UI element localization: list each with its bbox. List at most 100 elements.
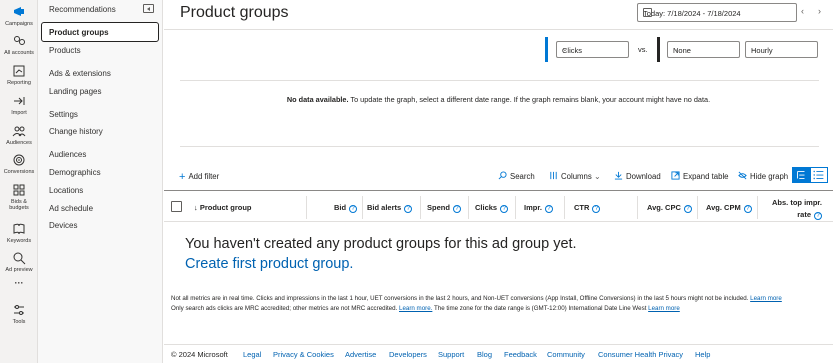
footer-link-community[interactable]: Community <box>547 350 585 359</box>
col-header-clicks[interactable]: Clicks? <box>475 203 509 213</box>
expand-table-button[interactable]: Expand table <box>671 171 729 181</box>
help-icon[interactable]: ? <box>814 212 822 220</box>
footer-link-health-privacy[interactable]: Consumer Health Privacy <box>598 350 683 359</box>
nav-landing-pages[interactable]: Landing pages <box>49 87 102 96</box>
sub-navigation: Recommendations Product groups Products … <box>38 0 163 363</box>
footer-link-advertise[interactable]: Advertise <box>345 350 376 359</box>
nav-products[interactable]: Products <box>49 46 81 55</box>
help-icon[interactable]: ? <box>683 205 692 213</box>
col-label: Clicks <box>475 203 498 212</box>
learn-more-link[interactable]: Learn more <box>750 295 782 302</box>
col-header-bid[interactable]: Bid? <box>334 203 358 213</box>
rail-label: Conversions <box>3 169 35 175</box>
footer-link-developers[interactable]: Developers <box>389 350 427 359</box>
help-icon[interactable]: ? <box>452 205 461 213</box>
add-filter-label: Add filter <box>188 172 220 181</box>
series2-legend-marker <box>657 37 660 62</box>
col-header-ctr[interactable]: CTR? <box>574 203 601 213</box>
no-data-text: To update the graph, select a different … <box>348 95 711 104</box>
nav-demographics[interactable]: Demographics <box>49 168 101 177</box>
help-icon[interactable]: ? <box>349 205 358 213</box>
nav-label: Product groups <box>49 28 109 37</box>
nav-ad-schedule[interactable]: Ad schedule <box>49 204 93 213</box>
chevron-down-icon: ⌄ <box>751 46 757 53</box>
learn-more-link[interactable]: Learn more. <box>399 305 432 312</box>
copyright: © 2024 Microsoft <box>171 350 228 359</box>
nav-locations[interactable]: Locations <box>49 186 83 195</box>
column-separator <box>306 196 307 219</box>
help-icon[interactable]: ? <box>404 205 413 213</box>
more-icon: ··· <box>14 278 24 288</box>
footer-link-legal[interactable]: Legal <box>243 350 261 359</box>
col-label: Avg. CPM <box>706 203 741 212</box>
reporting-icon <box>13 65 25 77</box>
columns-label: Columns <box>561 172 592 181</box>
nav-settings[interactable]: Settings <box>49 110 78 119</box>
footer-divider <box>164 344 833 345</box>
rail-item-ad-preview[interactable]: Ad preview <box>0 251 38 273</box>
ad-preview-icon <box>13 252 26 265</box>
footer-link-feedback[interactable]: Feedback <box>504 350 537 359</box>
search-button[interactable]: Search <box>498 171 535 181</box>
empty-state-message: You haven't created any product groups f… <box>185 236 577 252</box>
footer-link-support[interactable]: Support <box>438 350 464 359</box>
graph-gridline <box>180 146 819 147</box>
download-button[interactable]: Download <box>614 171 661 181</box>
metric1-select[interactable]: Clicks ⌄ <box>556 41 629 58</box>
learn-more-link[interactable]: Learn more <box>648 305 680 312</box>
column-separator <box>420 196 421 219</box>
collapse-panel-icon[interactable] <box>143 4 154 13</box>
column-separator <box>564 196 565 219</box>
rail-item-more[interactable]: ··· <box>0 278 38 288</box>
nav-product-groups[interactable]: Product groups <box>41 22 159 42</box>
help-icon[interactable]: ? <box>743 205 752 213</box>
rail-item-campaigns[interactable]: Campaigns <box>0 5 38 27</box>
rail-item-conversions[interactable]: Conversions <box>0 153 38 175</box>
chevron-right-icon[interactable]: › <box>818 6 821 16</box>
add-filter-button[interactable]: + Add filter <box>179 171 220 183</box>
columns-button[interactable]: Columns ⌄ <box>549 171 600 181</box>
rail-item-keywords[interactable]: Keywords <box>0 222 38 244</box>
help-icon[interactable]: ? <box>544 205 553 213</box>
footer-link-help[interactable]: Help <box>695 350 710 359</box>
nav-ads-extensions[interactable]: Ads & extensions <box>49 69 111 78</box>
rail-item-accounts[interactable]: All accounts <box>0 34 38 56</box>
nav-change-history[interactable]: Change history <box>49 127 103 136</box>
divider <box>164 29 833 30</box>
col-header-spend[interactable]: Spend? <box>427 203 461 213</box>
nav-devices[interactable]: Devices <box>49 221 77 230</box>
chevron-down-icon: ⌄ <box>562 46 568 53</box>
column-separator <box>362 196 363 219</box>
col-header-bid-alerts[interactable]: Bid alerts? <box>367 203 413 213</box>
footer-link-blog[interactable]: Blog <box>477 350 492 359</box>
rail-label: All accounts <box>4 50 34 56</box>
col-header-impr[interactable]: Impr.? <box>524 203 553 213</box>
select-all-checkbox[interactable] <box>171 201 182 212</box>
rail-item-import[interactable]: Import <box>0 94 38 116</box>
date-range-picker[interactable]: Today: 7/18/2024 - 7/18/2024 <box>637 3 797 22</box>
help-icon[interactable]: ? <box>500 205 509 213</box>
chevron-left-icon[interactable]: ‹ <box>801 6 804 16</box>
table-view-toggle[interactable] <box>792 167 810 183</box>
hide-graph-button[interactable]: Hide graph <box>738 171 788 181</box>
granularity-select[interactable]: Hourly ⌄ <box>745 41 818 58</box>
col-label: Avg. CPC <box>647 203 681 212</box>
col-header-avg-cpm[interactable]: Avg. CPM? <box>706 203 752 213</box>
footnote-text: The time zone for the date range is (GMT… <box>432 305 649 312</box>
footer-link-privacy[interactable]: Privacy & Cookies <box>273 350 334 359</box>
rail-item-tools[interactable]: Tools <box>0 303 38 325</box>
metric2-select[interactable]: None ⌄ <box>667 41 740 58</box>
list-view-toggle[interactable] <box>810 167 828 183</box>
col-header-avg-cpc[interactable]: Avg. CPC? <box>647 203 692 213</box>
help-icon[interactable]: ? <box>592 205 601 213</box>
create-product-group-link[interactable]: Create first product group. <box>185 256 353 272</box>
metrics-footnote-1: Not all metrics are in real time. Clicks… <box>171 295 782 302</box>
col-header-abs-top-impr-rate[interactable]: Abs. top impr. rate? <box>760 197 822 221</box>
rail-item-bids[interactable]: Bids & budgets <box>0 183 38 211</box>
rail-item-audiences[interactable]: Audiences <box>0 124 38 146</box>
nav-audiences[interactable]: Audiences <box>49 150 86 159</box>
footnote-text: Not all metrics are in real time. Clicks… <box>171 295 751 302</box>
rail-item-reporting[interactable]: Reporting <box>0 64 38 86</box>
col-header-product-group[interactable]: ↓ Product group <box>194 203 252 212</box>
nav-recommendations[interactable]: Recommendations <box>49 5 116 14</box>
